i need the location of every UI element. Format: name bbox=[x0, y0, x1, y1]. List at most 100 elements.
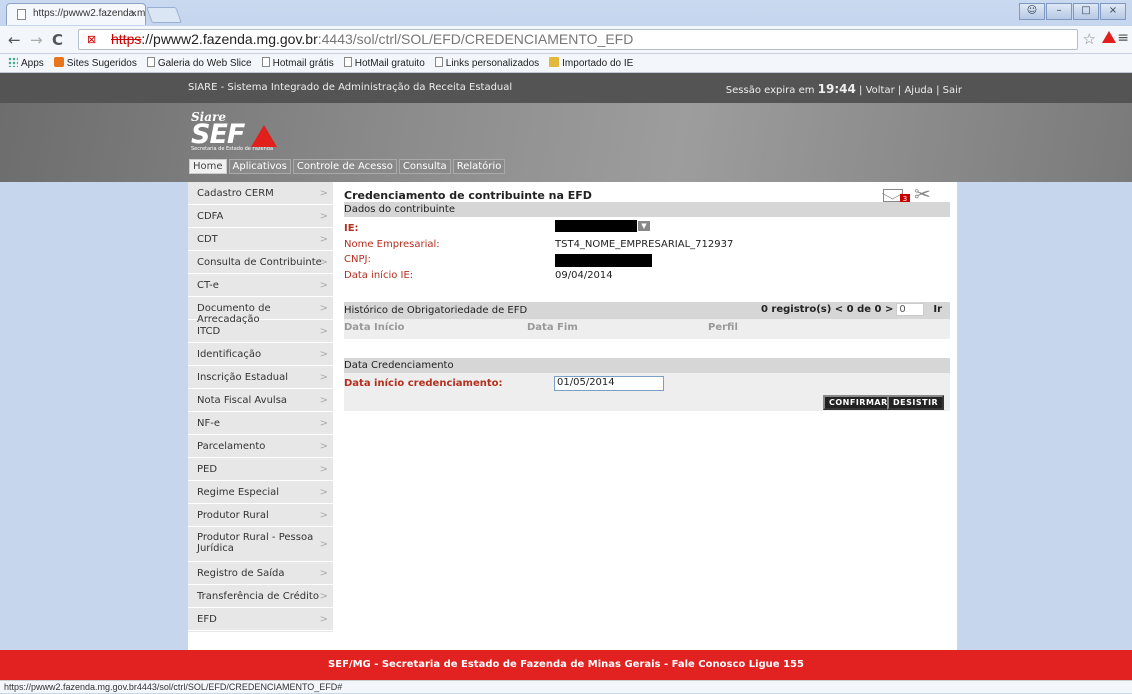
chevron-right-icon: > bbox=[319, 211, 328, 222]
sidebar-item-parcelamento[interactable]: Parcelamento > bbox=[188, 435, 333, 458]
window-controls: ☺ – □ × bbox=[1019, 3, 1126, 20]
sidebar-item-identificacao[interactable]: Identificação > bbox=[188, 343, 333, 366]
chevron-right-icon: > bbox=[319, 591, 328, 602]
status-bar: https://pwww2.fazenda.mg.gov.br4443/sol/… bbox=[0, 680, 1132, 693]
sidebar-item-documento-arrecadacao[interactable]: Documento de Arrecadação > bbox=[188, 297, 333, 325]
url-field[interactable]: ⊠ https://pwww2.fazenda.mg.gov.br:4443/s… bbox=[78, 29, 1078, 50]
voltar-link[interactable]: Voltar bbox=[866, 85, 895, 96]
logo-triangle bbox=[251, 125, 277, 147]
bookmark-galeria[interactable]: Galeria do Web Slice bbox=[146, 57, 252, 69]
extension-icon[interactable] bbox=[1102, 31, 1116, 43]
chevron-right-icon: > bbox=[319, 418, 328, 429]
sidebar-item-regime-especial[interactable]: Regime Especial > bbox=[188, 481, 333, 504]
chevron-right-icon: > bbox=[319, 280, 328, 291]
main-panel: Cadastro CERM > CDFA > CDT > Consulta de Co… bbox=[188, 182, 957, 665]
col-data-fim: Data Fim bbox=[527, 322, 578, 333]
user-icon[interactable]: ☺ bbox=[1019, 3, 1045, 20]
forward-arrow-icon[interactable]: → bbox=[30, 31, 43, 49]
chevron-right-icon: > bbox=[319, 539, 328, 550]
bookmark-apps[interactable]: Apps bbox=[8, 57, 44, 69]
sair-link[interactable]: Sair bbox=[943, 85, 962, 96]
col-perfil: Perfil bbox=[708, 322, 738, 333]
chevron-right-icon: > bbox=[319, 441, 328, 452]
bookmarks-bar: Apps Sites Sugeridos Galeria do Web Slic… bbox=[0, 54, 1132, 73]
menu-icon[interactable]: ≡ bbox=[1117, 30, 1129, 46]
chevron-right-icon: > bbox=[319, 349, 328, 360]
chevron-right-icon: > bbox=[319, 464, 328, 475]
page-icon bbox=[434, 57, 443, 67]
ie-select-masked[interactable] bbox=[555, 220, 637, 232]
cnpj-value-masked bbox=[555, 254, 652, 267]
tab-home[interactable]: Home bbox=[189, 159, 227, 174]
sidebar-item-transferencia-credito[interactable]: Transferência de Crédito > bbox=[188, 585, 333, 608]
bookmark-hotmail-gratuito[interactable]: HotMail gratuito bbox=[343, 57, 425, 69]
cred-date-label: Data início credenciamento: bbox=[344, 378, 503, 389]
tab-aplicativos[interactable]: Aplicativos bbox=[228, 159, 291, 174]
bookmark-star-icon[interactable]: ☆ bbox=[1083, 30, 1096, 48]
page-icon bbox=[17, 9, 26, 20]
bookmark-importado[interactable]: Importado do IE bbox=[549, 57, 633, 69]
tab-relatorio[interactable]: Relatório bbox=[452, 159, 506, 174]
bookmark-links[interactable]: Links personalizados bbox=[434, 57, 539, 69]
sidebar-item-efd[interactable]: EFD > bbox=[188, 608, 333, 631]
data-inicio-ie-label: Data início IE: bbox=[344, 270, 414, 281]
system-title: SIARE - Sistema Integrado de Administraç… bbox=[188, 82, 513, 93]
maximize-icon[interactable]: □ bbox=[1073, 3, 1099, 20]
reload-icon[interactable]: C bbox=[52, 31, 63, 49]
session-time: 19:44 bbox=[817, 82, 856, 96]
historico-table-header: Data Início Data Fim Perfil bbox=[344, 319, 950, 339]
tab-title: https://pwww2.fazenda.m bbox=[33, 8, 146, 19]
chevron-right-icon: > bbox=[319, 395, 328, 406]
page-title: Credenciamento de contribuinte na EFD bbox=[344, 189, 592, 202]
sidebar-item-produtor-rural-pj[interactable]: Produtor Rural - Pessoa Jurídica > bbox=[188, 527, 333, 562]
apps-grid-icon bbox=[8, 57, 18, 67]
browser-chrome: https://pwww2.fazenda.m × ☺ – □ × ← → C … bbox=[0, 0, 1132, 73]
nome-empresarial-label: Nome Empresarial: bbox=[344, 239, 440, 250]
chevron-right-icon: > bbox=[319, 188, 328, 199]
back-arrow-icon[interactable]: ← bbox=[8, 31, 21, 49]
sidebar-item-ct-e[interactable]: CT-e > bbox=[188, 274, 333, 297]
bookmark-hotmail-gratis[interactable]: Hotmail grátis bbox=[261, 57, 334, 69]
sidebar-item-ped[interactable]: PED > bbox=[188, 458, 333, 481]
go-button[interactable]: Ir bbox=[933, 304, 942, 315]
chevron-right-icon: > bbox=[319, 303, 328, 314]
sidebar-item-nf-e[interactable]: NF-e > bbox=[188, 412, 333, 435]
browser-tab[interactable]: https://pwww2.fazenda.m × bbox=[6, 3, 146, 25]
chevron-right-icon: > bbox=[319, 487, 328, 498]
suggested-sites-icon bbox=[53, 57, 64, 67]
cred-date-input[interactable]: 01/05/2014 bbox=[554, 376, 664, 391]
chevron-right-icon: > bbox=[319, 326, 328, 337]
sidebar-item-nota-fiscal-avulsa[interactable]: Nota Fiscal Avulsa > bbox=[188, 389, 333, 412]
ie-label: IE: bbox=[344, 223, 359, 234]
section-header-contribuinte: Dados do contribuinte bbox=[344, 202, 950, 217]
sidebar-item-cdfa[interactable]: CDFA > bbox=[188, 205, 333, 228]
close-tab-icon[interactable]: × bbox=[131, 8, 137, 20]
sidebar-item-produtor-rural[interactable]: Produtor Rural > bbox=[188, 504, 333, 527]
chevron-right-icon: > bbox=[319, 257, 328, 268]
sidebar-item-cadastro-cerm[interactable]: Cadastro CERM > bbox=[188, 182, 333, 205]
insecure-lock-icon: ⊠ bbox=[87, 34, 97, 46]
section-header-historico: Histórico de Obrigatoriedade de EFD 0 re… bbox=[344, 302, 950, 319]
new-tab-button[interactable] bbox=[146, 7, 182, 23]
bookmark-sites-sugeridos[interactable]: Sites Sugeridos bbox=[53, 57, 137, 69]
tab-controle-acesso[interactable]: Controle de Acesso bbox=[292, 159, 397, 174]
data-inicio-ie-value: 09/04/2014 bbox=[555, 270, 613, 281]
chevron-right-icon: > bbox=[319, 372, 328, 383]
col-data-inicio: Data Início bbox=[344, 322, 405, 333]
page-number-input[interactable]: 0 bbox=[896, 303, 925, 316]
sidebar-item-itcd[interactable]: ITCD > bbox=[188, 320, 333, 343]
header-banner: Siare SEF Secretaria de Estado de Fazend… bbox=[0, 103, 1132, 182]
sidebar-item-registro-saida[interactable]: Registro de Saída > bbox=[188, 562, 333, 585]
url-host: ://pwww2.fazenda.mg.gov.br bbox=[141, 31, 318, 47]
minimize-icon[interactable]: – bbox=[1046, 3, 1072, 20]
ajuda-link[interactable]: Ajuda bbox=[904, 85, 932, 96]
sidebar-item-consulta-contribuinte[interactable]: Consulta de Contribuinte > bbox=[188, 251, 333, 274]
sef-logo: Siare SEF Secretaria de Estado de Fazend… bbox=[191, 110, 291, 152]
tab-consulta[interactable]: Consulta bbox=[398, 159, 451, 174]
close-window-icon[interactable]: × bbox=[1100, 3, 1126, 20]
sidebar-item-cdt[interactable]: CDT > bbox=[188, 228, 333, 251]
dropdown-arrow-icon[interactable]: ▼ bbox=[638, 221, 650, 231]
sidebar-item-inscricao-estadual[interactable]: Inscrição Estadual > bbox=[188, 366, 333, 389]
desistir-button[interactable]: DESISTIR bbox=[887, 395, 945, 410]
confirmar-button[interactable]: CONFIRMAR bbox=[823, 395, 894, 410]
